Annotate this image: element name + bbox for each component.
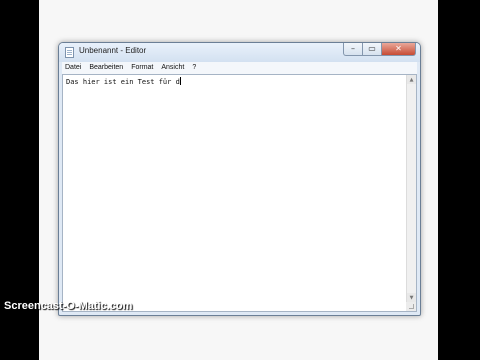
text-caret	[179, 77, 181, 85]
maximize-button[interactable]: ▭	[363, 43, 382, 56]
minimize-icon: –	[351, 44, 355, 53]
menu-format[interactable]: Format	[127, 62, 157, 74]
window-controls: – ▭ ✕	[343, 43, 416, 57]
text-editor-area[interactable]: Das hier ist ein Test für d ▲ ▼	[62, 74, 417, 312]
menu-bearbeiten[interactable]: Bearbeiten	[85, 62, 127, 74]
editor-text-line: Das hier ist ein Test für d	[66, 77, 181, 87]
screencast-watermark: Screencast-O-Matic.com	[4, 300, 133, 312]
menu-datei[interactable]: Datei	[62, 62, 85, 74]
notepad-window: Unbenannt - Editor – ▭ ✕ Datei Bearbeite…	[58, 42, 421, 316]
scroll-down-icon[interactable]: ▼	[407, 293, 416, 302]
menu-help[interactable]: ?	[188, 62, 200, 74]
resize-grip-icon[interactable]	[406, 302, 416, 311]
notepad-icon[interactable]	[65, 47, 74, 58]
scroll-up-icon[interactable]: ▲	[407, 75, 416, 84]
window-title: Unbenannt - Editor	[79, 46, 147, 55]
menu-ansicht[interactable]: Ansicht	[157, 62, 188, 74]
close-button[interactable]: ✕	[382, 43, 416, 56]
minimize-button[interactable]: –	[343, 43, 363, 56]
close-icon: ✕	[395, 44, 402, 53]
editor-content: Das hier ist ein Test für d	[66, 78, 180, 86]
menu-bar: Datei Bearbeiten Format Ansicht ?	[62, 62, 417, 74]
vertical-scrollbar[interactable]: ▲ ▼	[406, 75, 416, 302]
maximize-icon: ▭	[368, 44, 376, 53]
title-bar[interactable]: Unbenannt - Editor – ▭ ✕	[59, 43, 420, 62]
